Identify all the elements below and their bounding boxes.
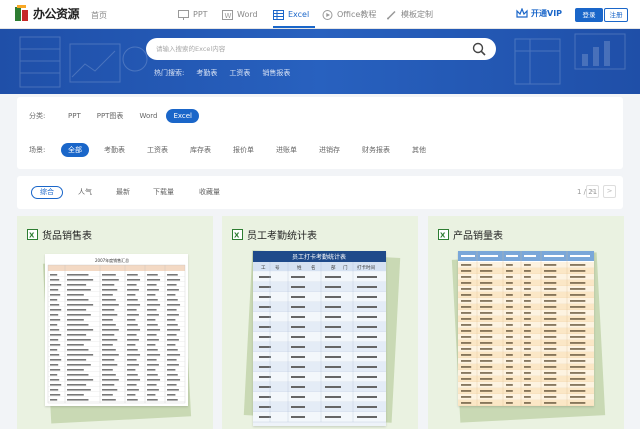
scene-chip[interactable]: 进账单 xyxy=(269,143,304,157)
hot-search-term[interactable]: 销售报表 xyxy=(262,68,290,78)
nav-item-label: Excel xyxy=(288,10,310,19)
spreadsheet-thumbnail: 2007年度销售汇总 xyxy=(47,257,186,404)
presentation-icon xyxy=(178,9,189,20)
column-header: 部 xyxy=(331,264,336,271)
column-header: 工 xyxy=(261,265,266,271)
svg-text:X: X xyxy=(440,232,446,240)
spreadsheet-thumbnail: 员工打卡考勤统计表 工 号 姓 名 部 门 打卡时间 xyxy=(253,251,386,423)
sheet-preview: 员工打卡考勤统计表 工 号 姓 名 部 门 打卡时间 xyxy=(253,251,386,426)
svg-text:W: W xyxy=(225,12,232,20)
column-header: 打卡时间 xyxy=(357,264,375,271)
nav-item-ppt[interactable]: PPT xyxy=(178,8,208,21)
category-chip[interactable]: Word xyxy=(132,109,164,123)
card-title: 员工考勤统计表 xyxy=(247,231,317,242)
nav-item-word[interactable]: W Word xyxy=(222,8,258,21)
nav-home-link[interactable]: 首页 xyxy=(91,10,107,21)
category-filter-row: 分类: PPT PPT图表 Word Excel xyxy=(29,108,201,123)
column-header: 姓 xyxy=(297,264,302,271)
scene-chip[interactable]: 财务报表 xyxy=(355,143,397,157)
sheet-preview xyxy=(458,251,594,406)
column-header: 名 xyxy=(311,264,316,271)
nav-item-label: Office教程 xyxy=(337,10,377,19)
login-button[interactable]: 登录 xyxy=(575,8,603,22)
sheet-caption: 2007年度销售汇总 xyxy=(95,257,129,263)
card-header: X 产品销量表 xyxy=(438,227,503,242)
template-card[interactable]: X 货品销售表 2007年度销售汇总 xyxy=(17,216,213,429)
nav-item-custom-template[interactable]: 模板定制 xyxy=(386,8,433,21)
sheet-preview: 2007年度销售汇总 xyxy=(45,254,188,406)
sort-option[interactable]: 最新 xyxy=(116,186,130,199)
column-header: 门 xyxy=(343,264,348,271)
scene-label: 场景: xyxy=(29,145,46,154)
hot-search-term[interactable]: 工资表 xyxy=(229,68,250,78)
category-chip[interactable]: PPT xyxy=(61,109,88,123)
nav-item-excel[interactable]: Excel xyxy=(273,8,309,21)
excel-icon xyxy=(273,9,284,20)
search-input[interactable] xyxy=(156,42,456,56)
pen-icon xyxy=(386,10,396,20)
active-tab-indicator xyxy=(273,26,315,28)
search-icon[interactable] xyxy=(472,42,486,56)
hot-searches: 热门搜索: 考勤表 工资表 销售报表 xyxy=(154,68,302,78)
scene-chip[interactable]: 库存表 xyxy=(183,143,218,157)
excel-file-icon: X xyxy=(27,229,38,240)
sort-bar: 综合 人气 最新 下载量 收藏量 1 / 21 < > xyxy=(17,176,623,209)
next-page-button[interactable]: > xyxy=(603,185,616,198)
logo-icon xyxy=(14,5,30,22)
category-label: 分类: xyxy=(29,111,46,120)
spreadsheet-thumbnail xyxy=(458,251,594,406)
excel-file-icon: X xyxy=(438,229,449,240)
logo-text: 办公资源 xyxy=(33,7,80,21)
card-header: X 货品销售表 xyxy=(27,227,92,242)
scene-chip[interactable]: 报价单 xyxy=(226,143,261,157)
search-box xyxy=(146,38,496,60)
scene-chip[interactable]: 进销存 xyxy=(312,143,347,157)
nav-item-office-tutorial[interactable]: Office教程 xyxy=(322,8,376,21)
scene-chip[interactable]: 其他 xyxy=(405,143,433,157)
banner-decoration xyxy=(19,36,148,88)
card-title: 货品销售表 xyxy=(42,231,92,242)
card-title: 产品销量表 xyxy=(453,231,503,242)
site-logo[interactable]: 办公资源 xyxy=(14,5,80,22)
sort-option-active[interactable]: 综合 xyxy=(31,186,63,199)
filter-panel: 分类: PPT PPT图表 Word Excel 场景: 全部 考勤表 工资表 … xyxy=(17,97,623,169)
word-icon: W xyxy=(222,9,233,20)
sort-option[interactable]: 收藏量 xyxy=(199,186,220,199)
sort-option[interactable]: 人气 xyxy=(78,186,92,199)
scene-chip-active[interactable]: 全部 xyxy=(61,142,89,157)
card-header: X 员工考勤统计表 xyxy=(232,227,317,242)
scene-filter-row: 场景: 全部 考勤表 工资表 库存表 报价单 进账单 进销存 财务报表 其他 xyxy=(29,142,435,157)
crown-icon xyxy=(516,8,528,18)
category-chip-active[interactable]: Excel xyxy=(166,108,199,123)
sheet-caption: 员工打卡考勤统计表 xyxy=(292,253,346,261)
scene-chip[interactable]: 工资表 xyxy=(140,143,175,157)
scene-chip[interactable]: 考勤表 xyxy=(97,143,132,157)
search-banner: 热门搜索: 考勤表 工资表 销售报表 xyxy=(0,29,640,94)
svg-text:X: X xyxy=(234,232,240,240)
excel-file-icon: X xyxy=(232,229,243,240)
vip-label: 开通VIP xyxy=(531,9,563,18)
hot-search-term[interactable]: 考勤表 xyxy=(196,68,217,78)
column-header: 号 xyxy=(275,265,280,271)
banner-decoration xyxy=(514,33,626,85)
category-chip[interactable]: PPT图表 xyxy=(90,109,131,123)
vip-link[interactable]: 开通VIP xyxy=(516,8,562,19)
hot-searches-label: 热门搜索: xyxy=(154,69,185,77)
top-navbar: 办公资源 首页 PPT W Word Excel Office教程 模板定制 开… xyxy=(0,0,640,29)
nav-item-label: PPT xyxy=(193,10,208,19)
nav-item-label: Word xyxy=(237,10,258,19)
template-card[interactable]: X 员工考勤统计表 员工打卡考勤统计表 工 号 姓 名 部 门 打卡时间 xyxy=(222,216,418,429)
template-card[interactable]: X 产品销量表 xyxy=(428,216,624,429)
nav-item-label: 模板定制 xyxy=(401,10,433,19)
register-button[interactable]: 注册 xyxy=(604,8,628,22)
play-circle-icon xyxy=(322,9,333,20)
svg-text:X: X xyxy=(29,232,35,240)
prev-page-button[interactable]: < xyxy=(586,185,599,198)
sort-option[interactable]: 下载量 xyxy=(153,186,174,199)
